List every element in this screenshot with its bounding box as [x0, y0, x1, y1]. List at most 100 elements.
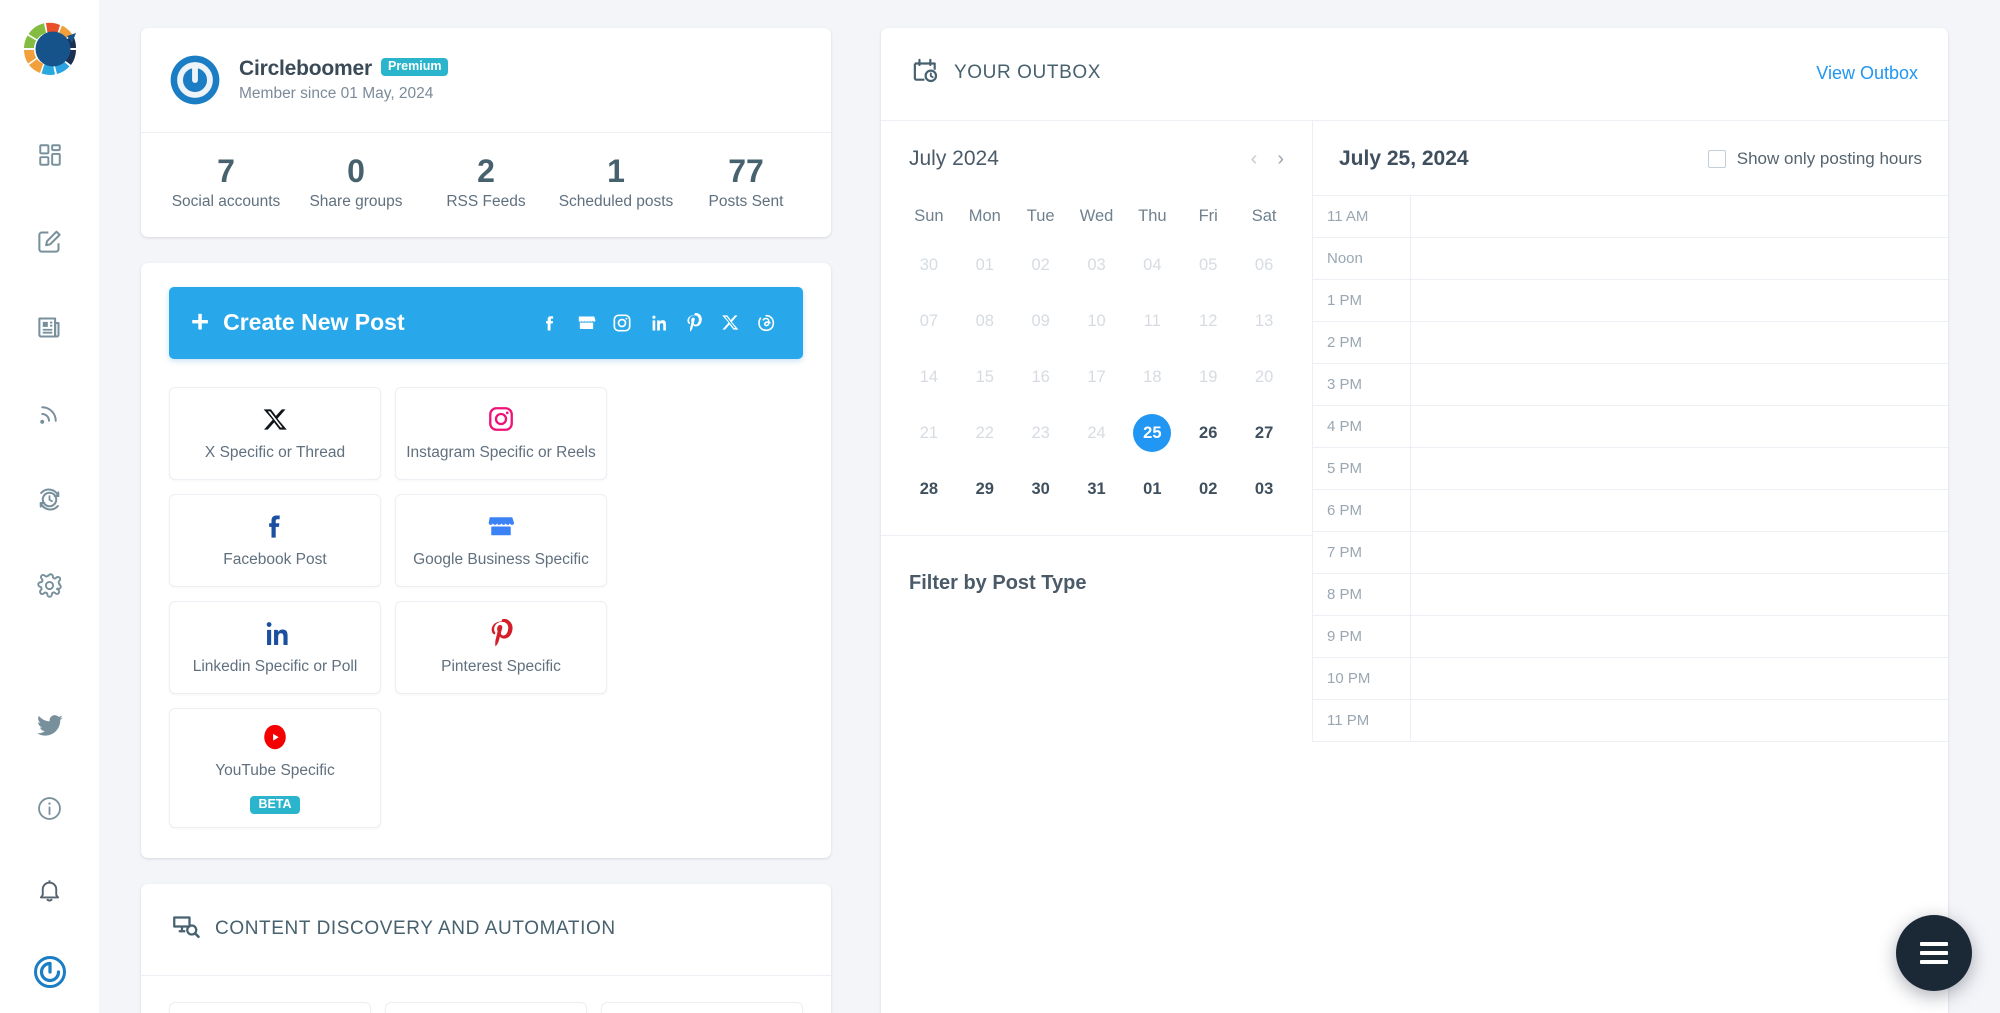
calendar-day[interactable]: 28 — [901, 461, 957, 517]
discovery-card-articles[interactable]: Discover Articles — [169, 1001, 371, 1013]
post-type-google-business[interactable]: Google Business Specific — [395, 493, 607, 587]
discovery-card-rss[interactable]: Connect RSS Feeds — [385, 1001, 587, 1013]
sidebar-item-twitter[interactable] — [27, 703, 73, 749]
time-slot-body[interactable] — [1411, 364, 1948, 405]
time-slot-body[interactable] — [1411, 616, 1948, 657]
time-slot-row[interactable]: 4 PM — [1313, 406, 1948, 448]
calendar-day[interactable]: 29 — [957, 461, 1013, 517]
calendar-day[interactable]: 24 — [1069, 405, 1125, 461]
time-slot-row[interactable]: 11 AM — [1313, 196, 1948, 238]
calendar-day[interactable]: 08 — [957, 293, 1013, 349]
calendar-next-button[interactable]: › — [1277, 149, 1284, 169]
calendar-day-selected[interactable]: 25 — [1124, 405, 1180, 461]
calendar-day[interactable]: 17 — [1069, 349, 1125, 405]
post-type-youtube[interactable]: YouTube Specific BETA — [169, 707, 381, 828]
calendar-day[interactable]: 31 — [1069, 461, 1125, 517]
calendar-day[interactable]: 16 — [1013, 349, 1069, 405]
time-slot-body[interactable] — [1411, 658, 1948, 699]
calendar-day[interactable]: 21 — [901, 405, 957, 461]
compose-icon — [36, 228, 63, 255]
calendar-day[interactable]: 01 — [1124, 461, 1180, 517]
calendar-day[interactable]: 03 — [1236, 461, 1292, 517]
calendar-day[interactable]: 18 — [1124, 349, 1180, 405]
time-slot-row[interactable]: 6 PM — [1313, 490, 1948, 532]
checkbox[interactable] — [1707, 150, 1726, 168]
calendar-day[interactable]: 02 — [1180, 461, 1236, 517]
calendar-day[interactable]: 20 — [1236, 349, 1292, 405]
calendar-day[interactable]: 04 — [1124, 237, 1180, 293]
show-posting-hours-toggle[interactable]: Show only posting hours — [1707, 149, 1922, 169]
sidebar-item-dashboard[interactable] — [27, 132, 73, 178]
sidebar-item-rss[interactable] — [27, 390, 73, 436]
time-slot-body[interactable] — [1411, 574, 1948, 615]
calendar-day[interactable]: 09 — [1013, 293, 1069, 349]
time-slot-body[interactable] — [1411, 532, 1948, 573]
time-slot-row[interactable]: 3 PM — [1313, 364, 1948, 406]
time-slot-row[interactable]: 8 PM — [1313, 574, 1948, 616]
content-discovery-header: CONTENT DISCOVERY AND AUTOMATION — [141, 884, 831, 975]
sidebar-item-settings[interactable] — [27, 562, 73, 608]
calendar-day[interactable]: 13 — [1236, 293, 1292, 349]
calendar-day[interactable]: 12 — [1180, 293, 1236, 349]
calendar-day[interactable]: 14 — [901, 349, 957, 405]
discovery-card-category-tools[interactable]: Category Tools — [601, 1001, 803, 1013]
calendar-day[interactable]: 30 — [901, 237, 957, 293]
sidebar-item-info[interactable] — [27, 785, 73, 831]
post-type-linkedin[interactable]: Linkedin Specific or Poll — [169, 600, 381, 694]
instagram-icon — [487, 404, 515, 434]
time-slot-row[interactable]: 11 PM — [1313, 700, 1948, 742]
calendar-day[interactable]: 23 — [1013, 405, 1069, 461]
sidebar-item-circleboom[interactable] — [27, 949, 73, 995]
post-type-facebook[interactable]: Facebook Post — [169, 493, 381, 587]
post-type-x[interactable]: X Specific or Thread — [169, 386, 381, 480]
time-slot-body[interactable] — [1411, 238, 1948, 279]
calendar-day[interactable]: 15 — [957, 349, 1013, 405]
sidebar-item-compose[interactable] — [27, 218, 73, 264]
time-slot-body[interactable] — [1411, 196, 1948, 237]
calendar-day[interactable]: 30 — [1013, 461, 1069, 517]
calendar-day[interactable]: 02 — [1013, 237, 1069, 293]
create-post-label: Create New Post — [223, 309, 405, 336]
time-slot-row[interactable]: 7 PM — [1313, 532, 1948, 574]
calendar-day[interactable]: 11 — [1124, 293, 1180, 349]
time-slot-body[interactable] — [1411, 490, 1948, 531]
left-sidebar — [0, 0, 99, 1013]
view-outbox-link[interactable]: View Outbox — [1816, 63, 1918, 84]
time-slot-body[interactable] — [1411, 406, 1948, 447]
calendar-day[interactable]: 06 — [1236, 237, 1292, 293]
time-slot-row[interactable]: 2 PM — [1313, 322, 1948, 364]
time-slot-label: 3 PM — [1313, 364, 1411, 405]
post-type-instagram[interactable]: Instagram Specific or Reels — [395, 386, 607, 480]
youtube-icon — [260, 722, 290, 752]
stat-value: 1 — [607, 153, 625, 189]
calendar-day[interactable]: 10 — [1069, 293, 1125, 349]
time-slot-row[interactable]: 10 PM — [1313, 658, 1948, 700]
calendar-day[interactable]: 05 — [1180, 237, 1236, 293]
stats-row: 7 Social accounts 0 Share groups 2 RSS F… — [141, 133, 831, 237]
calendar-prev-button[interactable]: ‹ — [1251, 149, 1258, 169]
time-slot-row[interactable]: 1 PM — [1313, 280, 1948, 322]
sidebar-item-content[interactable] — [27, 304, 73, 350]
sidebar-item-notifications[interactable] — [27, 867, 73, 913]
calendar-day[interactable]: 22 — [957, 405, 1013, 461]
calendar-day[interactable]: 19 — [1180, 349, 1236, 405]
time-slot-body[interactable] — [1411, 700, 1948, 741]
calendar-day[interactable]: 07 — [901, 293, 957, 349]
dow-label: Mon — [968, 206, 1001, 225]
create-new-post-button[interactable]: + Create New Post — [169, 286, 803, 359]
sidebar-item-queue[interactable] — [27, 476, 73, 522]
calendar-day[interactable]: 27 — [1236, 405, 1292, 461]
time-slot-body[interactable] — [1411, 448, 1948, 489]
app-root: Circleboomer Premium Member since 01 May… — [0, 0, 2000, 1013]
menu-fab[interactable] — [1896, 915, 1972, 991]
time-slot-row[interactable]: 5 PM — [1313, 448, 1948, 490]
calendar-day[interactable]: 26 — [1180, 405, 1236, 461]
calendar-day[interactable]: 03 — [1069, 237, 1125, 293]
calendar-day[interactable]: 01 — [957, 237, 1013, 293]
time-slot-row[interactable]: 9 PM — [1313, 616, 1948, 658]
post-type-pinterest[interactable]: Pinterest Specific — [395, 600, 607, 694]
circleboomer-logo[interactable] — [19, 18, 81, 80]
time-slot-row[interactable]: Noon — [1313, 238, 1948, 280]
time-slot-body[interactable] — [1411, 322, 1948, 363]
time-slot-body[interactable] — [1411, 280, 1948, 321]
